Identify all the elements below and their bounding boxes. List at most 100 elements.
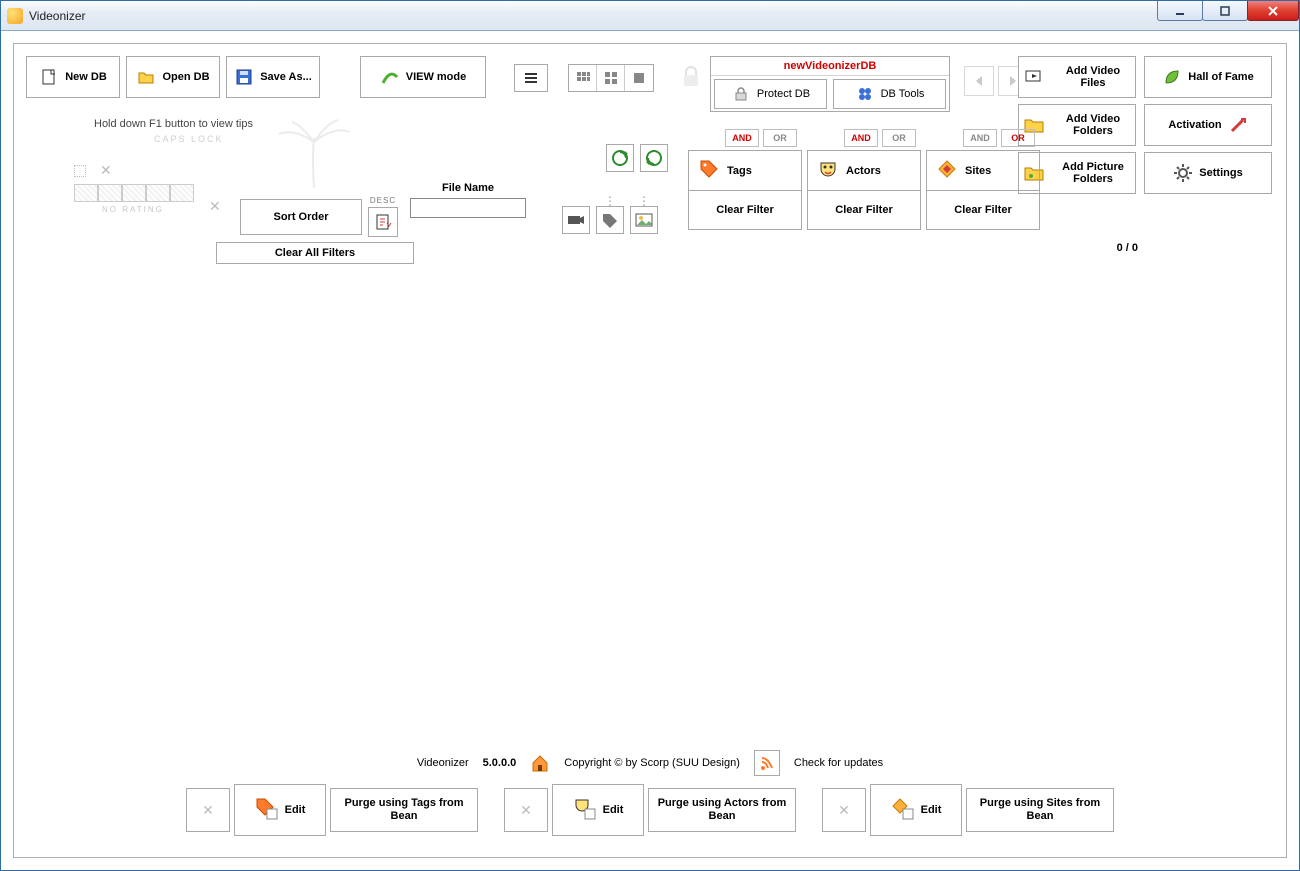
db-tools-button[interactable]: DB Tools bbox=[833, 79, 946, 109]
sort-desc-icon bbox=[373, 212, 393, 232]
filename-label: File Name bbox=[442, 182, 494, 194]
sites-filter-card: AND OR Sites Clear Filter bbox=[926, 150, 1040, 230]
close-button[interactable] bbox=[1247, 1, 1299, 21]
label: Purge using Tags from Bean bbox=[331, 797, 477, 823]
label: Add Picture Folders bbox=[1053, 161, 1133, 185]
view-mode-area: VIEW mode bbox=[360, 56, 486, 98]
lock-icon bbox=[678, 62, 704, 92]
view-grid-small-button[interactable] bbox=[569, 65, 597, 91]
label: Edit bbox=[285, 804, 306, 816]
sites-button[interactable]: Sites bbox=[927, 151, 1039, 191]
actors-button[interactable]: Actors bbox=[808, 151, 920, 191]
eye-green-icon bbox=[610, 148, 630, 168]
refresh-right-button[interactable] bbox=[640, 144, 668, 172]
sort-order-button[interactable]: Sort Order bbox=[240, 199, 362, 235]
tips-label: Hold down F1 button to view tips bbox=[94, 118, 253, 130]
home-icon[interactable] bbox=[530, 753, 550, 773]
hall-of-fame-button[interactable]: Hall of Fame bbox=[1144, 56, 1272, 98]
label: Protect DB bbox=[757, 88, 810, 100]
save-icon bbox=[234, 67, 254, 87]
tags-or-button[interactable]: OR bbox=[763, 129, 797, 147]
label: Open DB bbox=[162, 71, 209, 83]
app-window: Videonizer New DB Open DB Save As... bbox=[0, 0, 1300, 871]
actors-clear-button[interactable]: Clear Filter bbox=[808, 191, 920, 229]
settings-button[interactable]: Settings bbox=[1144, 152, 1272, 194]
view-list-button[interactable] bbox=[514, 64, 548, 92]
label: Save As... bbox=[260, 71, 312, 83]
titlebar[interactable]: Videonizer bbox=[1, 1, 1299, 31]
purge-tags-button[interactable]: Purge using Tags from Bean bbox=[330, 788, 478, 832]
clear-all-filters-button[interactable]: Clear All Filters bbox=[216, 242, 414, 264]
capslock-label: CAPS LOCK bbox=[154, 134, 224, 144]
filename-input[interactable] bbox=[410, 198, 526, 218]
app-name-label: Videonizer bbox=[417, 757, 469, 769]
rating-stars[interactable] bbox=[74, 184, 194, 202]
tag-icon bbox=[699, 159, 719, 182]
view-mode-button[interactable]: VIEW mode bbox=[360, 56, 486, 98]
actors-x-button[interactable]: ✕ bbox=[504, 788, 548, 832]
actors-or-button[interactable]: OR bbox=[882, 129, 916, 147]
camera-icon bbox=[566, 210, 586, 230]
sites-clear-button[interactable]: Clear Filter bbox=[927, 191, 1039, 229]
add-video-folders-button[interactable]: Add Video Folders bbox=[1018, 104, 1136, 146]
new-db-button[interactable]: New DB bbox=[26, 56, 120, 98]
site-edit-icon bbox=[891, 797, 915, 824]
window-title: Videonizer bbox=[29, 9, 85, 23]
view-grid-group bbox=[568, 64, 654, 92]
sites-and-button[interactable]: AND bbox=[963, 129, 997, 147]
leaf-icon bbox=[1162, 67, 1182, 87]
x-icon: ✕ bbox=[838, 802, 850, 819]
tags-filter-card: AND OR Tags Clear Filter bbox=[688, 150, 802, 230]
label: DB Tools bbox=[881, 88, 925, 100]
minimize-button[interactable] bbox=[1157, 1, 1203, 21]
activation-button[interactable]: Activation bbox=[1144, 104, 1272, 146]
rating-filter-area: ✕ ✕ NO RATING bbox=[44, 162, 194, 214]
db-panel: newVideonizerDB Protect DB DB Tools bbox=[710, 56, 950, 112]
sites-or-button[interactable]: OR bbox=[1001, 129, 1035, 147]
label: VIEW mode bbox=[406, 71, 467, 83]
sites-x-button[interactable]: ✕ bbox=[822, 788, 866, 832]
no-rating-label: NO RATING bbox=[102, 205, 194, 214]
view-grid-large-button[interactable] bbox=[625, 65, 653, 91]
x-icon: ✕ bbox=[520, 802, 532, 819]
eye-green2-icon bbox=[644, 148, 664, 168]
actors-edit-cluster: ✕ Edit Purge using Actors from Bean bbox=[504, 784, 796, 836]
activation-icon bbox=[1228, 115, 1248, 135]
tags-edit-button[interactable]: Edit bbox=[234, 784, 326, 836]
tags-and-button[interactable]: AND bbox=[725, 129, 759, 147]
actors-and-button[interactable]: AND bbox=[844, 129, 878, 147]
footer-info: Videonizer 5.0.0.0 Copyright © by Scorp … bbox=[14, 750, 1286, 776]
save-as-button[interactable]: Save As... bbox=[226, 56, 320, 98]
label: Edit bbox=[921, 804, 942, 816]
media-tag-button[interactable] bbox=[596, 206, 624, 234]
dots2-icon: ⋮ bbox=[638, 198, 650, 204]
tags-x-button[interactable]: ✕ bbox=[186, 788, 230, 832]
view-grid-medium-button[interactable] bbox=[597, 65, 625, 91]
tags-button[interactable]: Tags bbox=[689, 151, 801, 191]
check-updates-label: Check for updates bbox=[794, 757, 883, 769]
rating-checkbox-icon[interactable] bbox=[74, 165, 86, 177]
nav-prev-button[interactable] bbox=[964, 66, 994, 96]
label: Edit bbox=[603, 804, 624, 816]
open-db-button[interactable]: Open DB bbox=[126, 56, 220, 98]
add-video-files-button[interactable]: Add Video Files bbox=[1018, 56, 1136, 98]
purge-sites-button[interactable]: Purge using Sites from Bean bbox=[966, 788, 1114, 832]
desc-toggle-button[interactable] bbox=[368, 207, 398, 237]
video-file-icon bbox=[1021, 64, 1047, 90]
purge-actors-button[interactable]: Purge using Actors from Bean bbox=[648, 788, 796, 832]
protect-db-button[interactable]: Protect DB bbox=[714, 79, 827, 109]
check-updates-button[interactable] bbox=[754, 750, 780, 776]
rating-clear2-icon[interactable]: ✕ bbox=[209, 198, 221, 215]
mask-icon bbox=[818, 159, 838, 182]
tags-clear-button[interactable]: Clear Filter bbox=[689, 191, 801, 229]
sites-edit-cluster: ✕ Edit Purge using Sites from Bean bbox=[822, 784, 1114, 836]
new-file-icon bbox=[39, 67, 59, 87]
maximize-button[interactable] bbox=[1202, 1, 1248, 21]
sites-edit-button[interactable]: Edit bbox=[870, 784, 962, 836]
actors-edit-button[interactable]: Edit bbox=[552, 784, 644, 836]
media-camera-button[interactable] bbox=[562, 206, 590, 234]
rating-clear-icon[interactable]: ✕ bbox=[100, 162, 112, 179]
refresh-left-button[interactable] bbox=[606, 144, 634, 172]
media-image-button[interactable] bbox=[630, 206, 658, 234]
label: Settings bbox=[1199, 167, 1242, 179]
